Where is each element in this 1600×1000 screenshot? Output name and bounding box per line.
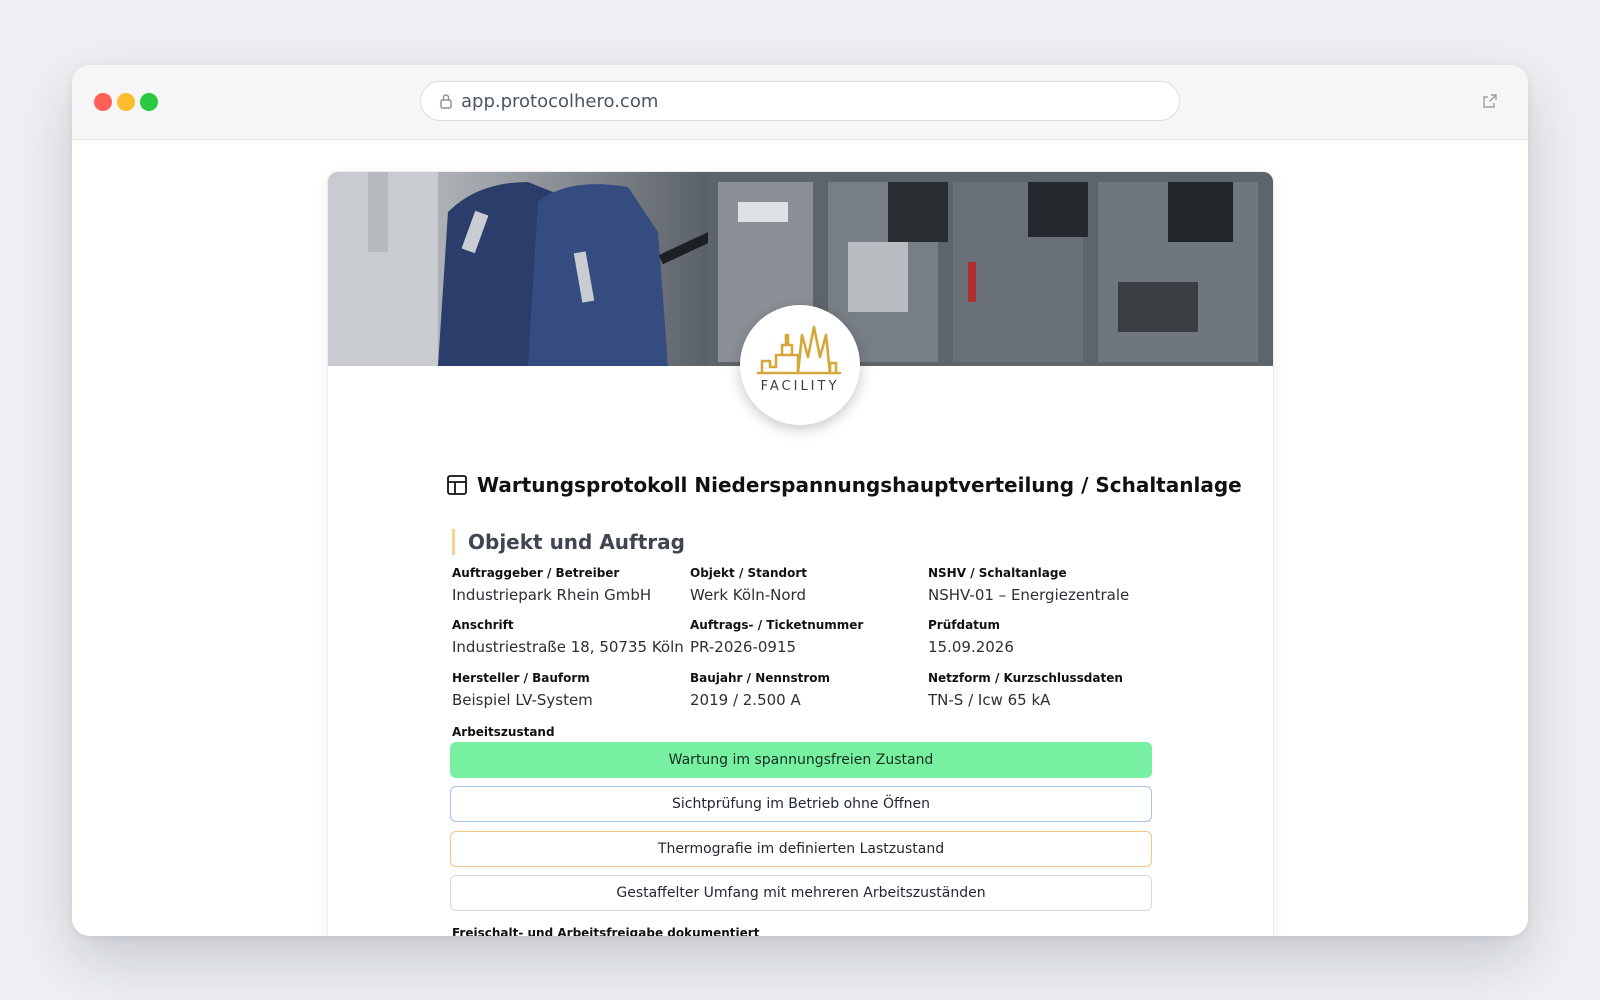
field-netzform[interactable]: Netzform / Kurzschlussdaten TN-S / Icw 6… (928, 671, 1163, 709)
field-label: Hersteller / Bauform (452, 671, 590, 685)
field-value[interactable]: Beispiel LV-System (452, 691, 687, 709)
browser-window: app.protocolhero.com FACILITY Wartungspr… (72, 65, 1528, 936)
field-label: Objekt / Standort (690, 566, 808, 580)
field-value[interactable]: Werk Köln-Nord (690, 586, 925, 604)
field-baujahr[interactable]: Baujahr / Nennstrom 2019 / 2.500 A (690, 671, 925, 709)
field-value[interactable]: Industriepark Rhein GmbH (452, 586, 687, 604)
field-objekt[interactable]: Objekt / Standort Werk Köln-Nord (690, 566, 925, 604)
page-viewport[interactable]: FACILITY Wartungsprotokoll Niederspannun… (72, 140, 1528, 936)
protocol-card: FACILITY Wartungsprotokoll Niederspannun… (328, 172, 1273, 936)
skyline-logo-icon (756, 325, 842, 375)
field-anschrift[interactable]: Anschrift Industriestraße 18, 50735 Köln (452, 618, 687, 656)
field-auftraggeber[interactable]: Auftraggeber / Betreiber Industriepark R… (452, 566, 687, 604)
layout-template-icon (447, 475, 467, 495)
option-sichtpruefung[interactable]: Sichtprüfung im Betrieb ohne Öffnen (450, 786, 1152, 822)
option-thermografie[interactable]: Thermografie im definierten Lastzustand (450, 831, 1152, 867)
option-spannungsfrei[interactable]: Wartung im spannungsfreien Zustand (450, 742, 1152, 778)
maximize-window-button[interactable] (140, 93, 158, 111)
address-bar[interactable]: app.protocolhero.com (420, 81, 1180, 121)
external-link-icon[interactable] (1482, 93, 1498, 109)
field-value[interactable]: Industriestraße 18, 50735 Köln (452, 638, 687, 656)
section-heading: Objekt und Auftrag (452, 529, 685, 555)
field-nshv[interactable]: NSHV / Schaltanlage NSHV-01 – Energiezen… (928, 566, 1163, 604)
field-ticketnummer[interactable]: Auftrags- / Ticketnummer PR-2026-0915 (690, 618, 925, 656)
field-label: NSHV / Schaltanlage (928, 566, 1067, 580)
field-value[interactable]: TN-S / Icw 65 kA (928, 691, 1163, 709)
field-hersteller[interactable]: Hersteller / Bauform Beispiel LV-System (452, 671, 687, 709)
field-value[interactable]: 15.09.2026 (928, 638, 1163, 656)
field-label: Baujahr / Nennstrom (690, 671, 831, 685)
close-window-button[interactable] (94, 93, 112, 111)
field-value[interactable]: NSHV-01 – Energiezentrale (928, 586, 1163, 604)
field-pruefdatum[interactable]: Prüfdatum 15.09.2026 (928, 618, 1163, 656)
option-gestaffelt[interactable]: Gestaffelter Umfang mit mehreren Arbeits… (450, 875, 1152, 911)
document-title-row: Wartungsprotokoll Niederspannungshauptve… (446, 473, 1242, 497)
minimize-window-button[interactable] (117, 93, 135, 111)
browser-chrome: app.protocolhero.com (72, 65, 1528, 140)
url-text: app.protocolhero.com (461, 90, 659, 112)
field-value[interactable]: PR-2026-0915 (690, 638, 925, 656)
field-label: Auftraggeber / Betreiber (452, 566, 620, 580)
logo-text: FACILITY (760, 379, 840, 394)
field-label: Anschrift (452, 618, 514, 632)
arbeitszustand-label: Arbeitszustand (452, 725, 555, 739)
field-label: Netzform / Kurzschlussdaten (928, 671, 1123, 685)
document-title: Wartungsprotokoll Niederspannungshauptve… (477, 473, 1242, 497)
freischaltung-label: Freischalt- und Arbeitsfreigabe dokument… (452, 926, 760, 936)
field-label: Auftrags- / Ticketnummer (690, 618, 864, 632)
lock-icon (440, 94, 452, 109)
field-label: Prüfdatum (928, 618, 1000, 632)
company-logo: FACILITY (740, 305, 860, 425)
field-value[interactable]: 2019 / 2.500 A (690, 691, 925, 709)
